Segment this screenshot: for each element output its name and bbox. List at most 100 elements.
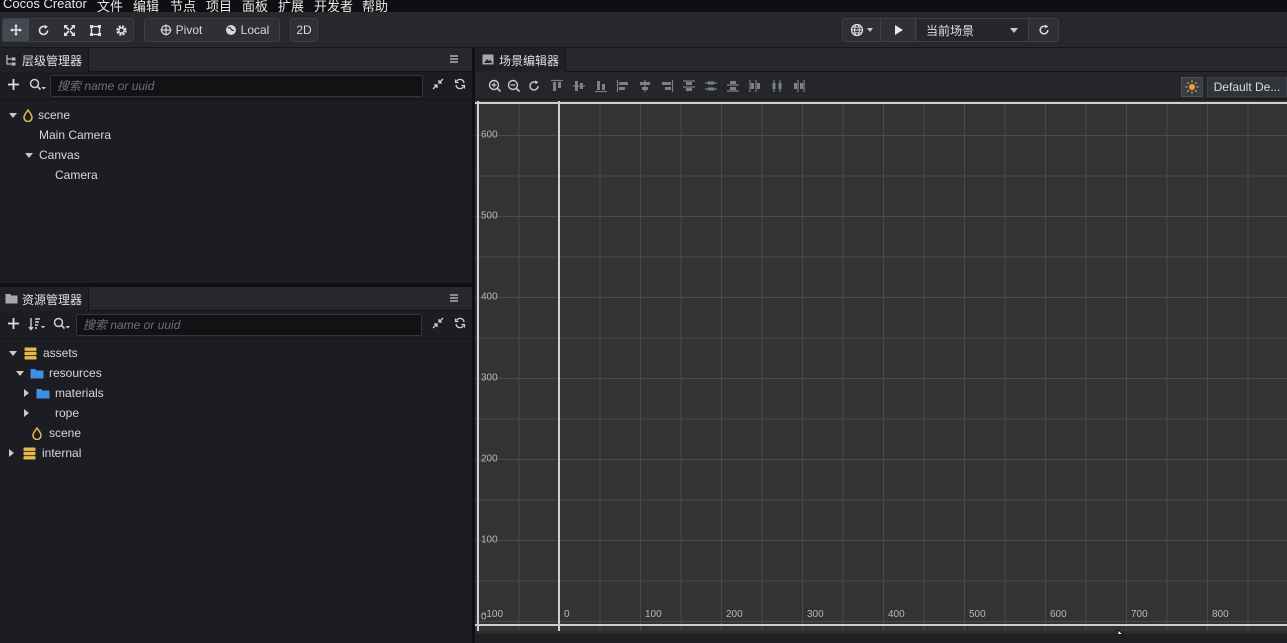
database-icon [23,447,36,459]
menu-file[interactable]: 文件 [97,0,123,12]
align-vertical-center-icon[interactable] [572,79,586,93]
menu-help[interactable]: 帮助 [362,0,388,12]
tree-node-canvas[interactable]: Canvas [25,145,80,165]
image-icon [482,54,494,65]
align-left-icon[interactable] [616,79,630,93]
assets-title: 资源管理器 [22,292,83,307]
scene-select-value: 当前场景 [926,23,975,38]
globe-icon [850,23,864,37]
tree-node-label: Main Camera [39,128,112,142]
menu-node[interactable]: 节点 [170,0,196,12]
globe-icon [225,25,236,35]
transform-tools [2,18,134,42]
add-icon[interactable] [7,78,20,91]
x-tick-label: 200 [726,609,743,620]
layout-select-button[interactable]: Default De... [1207,77,1287,97]
chevron-right-icon[interactable] [24,389,29,397]
scene-editor-header: 场景编辑器 [475,48,1287,72]
zoom-in-icon[interactable] [488,79,502,93]
asset-item-label: resources [49,366,102,380]
refresh-icon[interactable] [454,317,466,329]
menu-developer[interactable]: 开发者 [314,0,353,12]
distribute-left-icon[interactable] [748,79,762,93]
asset-item-label: assets [43,346,78,360]
chevron-down-icon[interactable] [9,112,17,118]
asset-item-materials[interactable]: materials [24,383,104,403]
chevron-right-icon[interactable] [24,409,29,417]
transform-settings-button[interactable] [108,19,134,41]
menu-project[interactable]: 项目 [206,0,232,12]
chevron-down-icon[interactable] [16,370,24,376]
tree-node-main-camera[interactable]: Main Camera [39,125,111,145]
tree-node-camera[interactable]: Camera [55,165,98,185]
menu-edit[interactable]: 编辑 [133,0,159,12]
sort-icon[interactable] [28,317,46,331]
gear-icon [115,24,127,36]
distribute-right-icon[interactable] [792,79,806,93]
zoom-out-icon[interactable] [507,79,521,93]
align-horizontal-center-icon[interactable] [638,79,652,93]
asset-item-rope[interactable]: rope [24,403,79,423]
scene-editor-tab[interactable]: 场景编辑器 [475,48,567,72]
search-icon[interactable] [53,317,71,331]
move-tool-button[interactable] [3,19,29,41]
y-tick-label: 100 [481,535,498,546]
pivot-label: Pivot [175,23,203,37]
tree-node-scene[interactable]: scene [9,105,70,125]
distribute-top-icon[interactable] [682,79,696,93]
align-bottom-icon[interactable] [594,79,608,93]
refresh-preview-button[interactable] [1030,19,1058,41]
pivot-button[interactable]: Pivot [153,19,209,41]
mode-2d-label: 2D [296,23,312,37]
hierarchy-tab[interactable]: 层级管理器 [0,48,90,72]
chevron-down-icon [1010,28,1018,33]
align-top-icon[interactable] [550,79,564,93]
asset-item-assets[interactable]: assets [9,343,78,363]
chevron-down-icon[interactable] [25,152,33,158]
align-right-icon[interactable] [660,79,674,93]
local-button[interactable]: Local [217,19,277,41]
menu-panel[interactable]: 面板 [242,0,268,12]
distribute-middle-icon[interactable] [704,79,718,93]
folder-icon [5,294,18,304]
chevron-right-icon[interactable] [9,449,14,457]
asset-item-resources[interactable]: resources [16,363,102,383]
collapse-icon[interactable] [432,317,444,329]
asset-item-internal[interactable]: internal [9,443,81,463]
y-tick-label: 300 [481,373,498,384]
asset-item-label: materials [55,386,104,400]
scene-select[interactable]: 当前场景 [917,19,1029,41]
distribute-center-icon[interactable] [770,79,784,93]
platform-select-button[interactable] [843,19,881,41]
scene-editor-title: 场景编辑器 [499,53,560,68]
chevron-down-icon[interactable] [9,350,17,356]
menu-extension[interactable]: 扩展 [278,0,304,12]
assets-header: 资源管理器 [0,287,472,311]
play-button[interactable] [882,19,916,41]
menu-icon[interactable] [448,53,460,65]
menu-icon[interactable] [448,292,460,304]
tree-node-label: Camera [55,168,98,182]
refresh-icon[interactable] [454,78,466,90]
assets-tab[interactable]: 资源管理器 [0,287,90,311]
assets-search-input[interactable] [76,314,422,336]
reset-view-icon[interactable] [527,79,541,93]
scene-viewport[interactable]: 600 500 400 300 200 100 0 -100 0 100 200 300 400 500… [475,101,1287,643]
y-tick-label: 500 [481,211,498,222]
search-icon[interactable] [29,78,47,92]
collapse-icon[interactable] [432,78,444,90]
hierarchy-title: 层级管理器 [22,53,83,68]
move-icon [10,24,22,36]
mode-2d-button[interactable]: 2D [291,19,317,41]
hierarchy-search-input[interactable] [50,75,423,97]
scene-lighting-button[interactable] [1181,77,1203,97]
add-icon[interactable] [7,317,20,330]
y-tick-label: 400 [481,292,498,303]
rect-tool-button[interactable] [82,19,108,41]
rotate-tool-button[interactable] [30,19,56,41]
distribute-bottom-icon[interactable] [726,79,740,93]
preview-group: 当前场景 [842,18,1059,42]
hierarchy-panel: 层级管理器 scene Main Camera Canvas Camera [0,48,472,283]
asset-item-scene[interactable]: scene [32,423,81,443]
scale-tool-button[interactable] [56,19,82,41]
